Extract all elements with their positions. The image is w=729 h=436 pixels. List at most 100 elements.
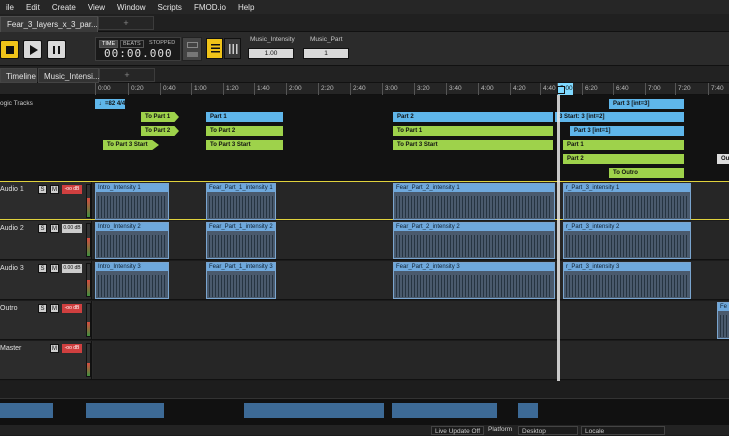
audio-clip[interactable]: Fear_Part_1_intensity 1 — [206, 183, 276, 220]
audio-clip[interactable]: Fear_Part_2_intensity 1 — [393, 183, 555, 220]
overview-strip[interactable] — [0, 398, 729, 424]
new-tab-button[interactable]: + — [98, 16, 154, 30]
mute-button[interactable]: M — [50, 185, 59, 194]
audio-clip[interactable]: r_Part_3_intensity 2 — [563, 222, 691, 259]
volume-readout[interactable]: -oo dB — [62, 344, 82, 353]
param-value-part[interactable]: 1 — [303, 48, 349, 59]
empty-track-area[interactable] — [0, 381, 729, 398]
audio-clip[interactable]: Intro_Intensity 3 — [95, 262, 169, 299]
ruler-tick: 2:40 — [350, 83, 366, 95]
audio-clip[interactable]: Fe — [717, 302, 729, 339]
volume-readout[interactable]: 0.00 dB — [62, 264, 82, 273]
list-icon — [211, 44, 220, 54]
destination-marker[interactable]: 3 Start: 3 [int=2] — [555, 112, 684, 122]
transition-region[interactable]: Part 1 — [563, 140, 684, 150]
ruler-tick: 1:40 — [254, 83, 270, 95]
destination-marker[interactable]: Part 1 — [206, 112, 283, 122]
locale-select[interactable]: Locale — [581, 426, 665, 435]
track-audio-2[interactable]: Audio 2 S M 0.00 dB Intro_Intensity 2 Fe… — [0, 221, 729, 260]
track-lane[interactable] — [93, 341, 729, 379]
loop-toggle-group[interactable] — [182, 37, 202, 61]
volume-readout[interactable]: -oo dB — [62, 185, 82, 194]
track-master[interactable]: Master M -oo dB — [0, 341, 729, 380]
clip-title: Fear_Part_1_intensity 2 — [207, 223, 275, 231]
volume-readout[interactable]: -oo dB — [62, 304, 82, 313]
track-lane[interactable]: Intro_Intensity 2 Fear_Part_1_intensity … — [93, 221, 729, 259]
list-view-button[interactable] — [206, 38, 223, 59]
timeline-ruler[interactable]: 0:00 0:20 0:40 1:00 1:20 1:40 2:00 2:20 … — [0, 83, 729, 95]
clip-title: Fe — [718, 303, 729, 311]
solo-button[interactable]: S — [38, 185, 47, 194]
solo-button[interactable]: S — [38, 304, 47, 313]
audio-clip[interactable]: Intro_Intensity 2 — [95, 222, 169, 259]
track-header: Audio 2 S M 0.00 dB — [0, 221, 92, 259]
grid-view-button[interactable] — [224, 38, 241, 59]
audio-clip[interactable]: Fear_Part_2_intensity 3 — [393, 262, 555, 299]
audio-clip[interactable]: Intro_Intensity 1 — [95, 183, 169, 220]
track-lane[interactable]: Fe — [93, 301, 729, 339]
play-button[interactable] — [23, 40, 42, 59]
destination-marker[interactable]: Part 2 — [393, 112, 553, 122]
mute-button[interactable]: M — [50, 224, 59, 233]
audio-clip[interactable]: Fear_Part_2_intensity 2 — [393, 222, 555, 259]
track-outro[interactable]: Outro S M -oo dB Fe — [0, 301, 729, 340]
mute-button[interactable]: M — [50, 304, 59, 313]
track-header: Master M -oo dB — [0, 341, 92, 379]
clip-title: Fear_Part_1_intensity 3 — [207, 263, 275, 271]
grid-icon — [229, 44, 238, 54]
menu-view[interactable]: View — [82, 3, 111, 12]
transition-region[interactable]: To Part 2 — [206, 126, 283, 136]
solo-button[interactable]: S — [38, 224, 47, 233]
transition-region[interactable]: To Part 3 Start — [393, 140, 553, 150]
platform-select[interactable]: Desktop — [518, 426, 578, 435]
add-parameter-tab-button[interactable]: + — [99, 68, 155, 82]
param-value-intensity[interactable]: 1.00 — [248, 48, 294, 59]
tab-event[interactable]: Fear_3_layers_x_3_par... — [0, 16, 98, 32]
follow-icon — [187, 52, 198, 57]
clip-title: Intro_Intensity 2 — [96, 223, 168, 231]
level-meter — [86, 223, 91, 257]
menu-edit[interactable]: Edit — [20, 3, 46, 12]
audio-clip[interactable]: Fear_Part_1_intensity 3 — [206, 262, 276, 299]
menu-file[interactable]: ile — [0, 3, 20, 12]
track-audio-1[interactable]: Audio 1 S M -oo dB Intro_Intensity 1 Fea… — [0, 181, 729, 220]
track-name: Outro — [0, 305, 18, 312]
pause-button[interactable] — [47, 40, 66, 59]
transition-marker[interactable]: To Part 3 Start — [103, 140, 159, 150]
track-lane[interactable]: Intro_Intensity 1 Fear_Part_1_intensity … — [93, 182, 729, 220]
track-lane[interactable]: Intro_Intensity 3 Fear_Part_1_intensity … — [93, 261, 729, 299]
audio-clip[interactable]: r_Part_3_intensity 3 — [563, 262, 691, 299]
solo-button[interactable]: S — [38, 264, 47, 273]
audio-clip[interactable]: Fear_Part_1_intensity 2 — [206, 222, 276, 259]
mute-button[interactable]: M — [50, 344, 59, 353]
destination-marker[interactable]: Part 3 [int=3] — [609, 99, 684, 109]
track-header: Outro S M -oo dB — [0, 301, 92, 339]
transition-region[interactable]: Part 2 — [563, 154, 684, 164]
menu-fmodio[interactable]: FMOD.io — [188, 3, 232, 12]
playhead-line[interactable] — [557, 95, 560, 381]
transition-marker[interactable]: To Part 1 — [141, 112, 179, 122]
tempo-marker[interactable]: ♩=82 4/4 — [95, 99, 125, 109]
transition-region[interactable]: To Part 1 — [393, 126, 553, 136]
audio-clip[interactable]: r_Part_3_intensity 1 — [563, 183, 691, 220]
tab-timeline[interactable]: Timeline — [0, 68, 37, 83]
stop-button[interactable] — [0, 40, 19, 59]
menu-help[interactable]: Help — [232, 3, 260, 12]
mute-button[interactable]: M — [50, 264, 59, 273]
ruler-tick: 6:40 — [613, 83, 629, 95]
menu-window[interactable]: Window — [111, 3, 151, 12]
transition-region[interactable]: To Part 3 Start — [206, 140, 283, 150]
ruler-tick: 0:00 — [95, 83, 111, 95]
track-audio-3[interactable]: Audio 3 S M 0.00 dB Intro_Intensity 3 Fe… — [0, 261, 729, 300]
destination-marker[interactable]: Part 3 [int=1] — [570, 126, 684, 136]
tab-parameter[interactable]: Music_Intensi... — [38, 68, 100, 83]
transition-region[interactable]: To Outro — [609, 168, 684, 178]
volume-readout[interactable]: 0.00 dB — [62, 224, 82, 233]
menu-scripts[interactable]: Scripts — [151, 3, 187, 12]
menu-create[interactable]: Create — [46, 3, 82, 12]
transition-marker[interactable]: To Part 2 — [141, 126, 179, 136]
overview-block — [0, 403, 53, 418]
outro-marker[interactable]: Out — [717, 154, 729, 164]
live-update-toggle[interactable]: Live Update Off — [431, 426, 485, 435]
playhead-icon[interactable] — [557, 86, 565, 94]
